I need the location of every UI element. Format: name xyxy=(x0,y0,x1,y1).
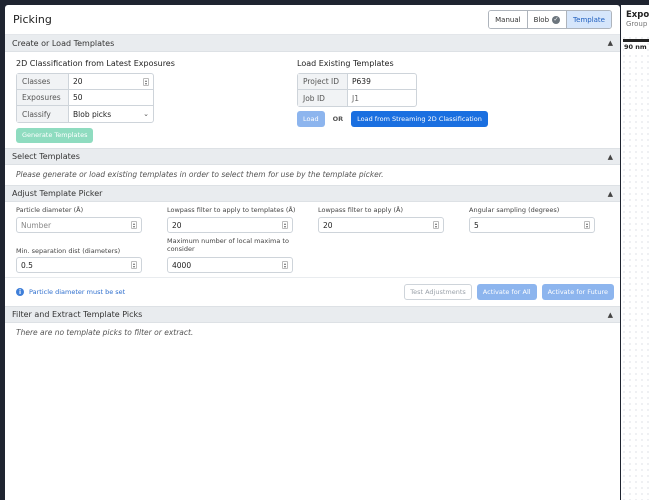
section-title-filter: Filter and Extract Template Picks xyxy=(12,310,143,319)
section-body-create: 2D Classification from Latest Exposures … xyxy=(5,52,620,148)
spinner-icon[interactable]: ▴ ▾ xyxy=(131,261,137,269)
project-id-label: Project ID xyxy=(298,74,348,89)
section-header-adjust[interactable]: Adjust Template Picker ▲ xyxy=(5,185,620,202)
scale-bar xyxy=(623,39,649,42)
mode-manual-button[interactable]: Manual xyxy=(489,11,528,28)
mode-template-button[interactable]: Template xyxy=(567,11,611,28)
max-local-maxima-input[interactable]: 4000 ▴ ▾ xyxy=(167,257,293,273)
section-title-adjust: Adjust Template Picker xyxy=(12,189,103,198)
exposures-value: 50 xyxy=(73,93,83,102)
section-title-select: Select Templates xyxy=(12,152,80,161)
job-id-value: J1 xyxy=(352,93,359,103)
classify-value: Blob picks xyxy=(73,109,112,119)
chevron-up-icon[interactable]: ▲ xyxy=(608,190,613,198)
lowpass-input[interactable]: 20 ▴ ▾ xyxy=(318,217,444,233)
scale-bar-label: 90 nm xyxy=(624,43,647,51)
section-header-create[interactable]: Create or Load Templates ▲ xyxy=(5,35,620,52)
min-separation-value: 0.5 xyxy=(21,260,33,270)
spinner-icon[interactable]: ▴ ▾ xyxy=(131,221,137,229)
exposures-input[interactable]: 50 xyxy=(69,90,153,105)
classify-label: Classify xyxy=(17,106,69,122)
max-local-maxima-label: Maximum number of local maxima to consid… xyxy=(167,237,289,253)
generate-templates-column: 2D Classification from Latest Exposures … xyxy=(16,57,297,143)
particle-diameter-label: Particle diameter (Å) xyxy=(16,206,84,214)
top-bar: Picking Manual Blob ✓ Template xyxy=(5,5,620,35)
filter-extract-note: There are no template picks to filter or… xyxy=(16,328,194,337)
generate-templates-button[interactable]: Generate Templates xyxy=(16,128,94,143)
project-id-value: P639 xyxy=(352,77,371,86)
lowpass-value: 20 xyxy=(323,220,333,230)
spinner-icon[interactable]: ▴ ▾ xyxy=(584,221,590,229)
chevron-down-icon: ⌄ xyxy=(143,110,149,118)
classes-input[interactable]: 20 ▴ ▾ xyxy=(69,74,153,89)
load-streaming-button[interactable]: Load from Streaming 2D Classification xyxy=(351,111,488,127)
adjust-action-row: i Particle diameter must be set Test Adj… xyxy=(5,277,620,306)
spinner-icon[interactable]: ▴ ▾ xyxy=(143,77,149,86)
classify-select[interactable]: Blob picks ⌄ xyxy=(69,106,153,122)
check-circle-icon: ✓ xyxy=(552,15,561,24)
activate-for-future-button[interactable]: Activate for Future xyxy=(541,284,614,300)
angular-sampling-label: Angular sampling (degrees) xyxy=(469,206,560,214)
mode-blob-label: Blob xyxy=(533,15,550,24)
load-button[interactable]: Load xyxy=(297,111,325,127)
load-existing-form: Project ID P639 Job ID J1 xyxy=(297,73,417,107)
section-header-select[interactable]: Select Templates ▲ xyxy=(5,148,620,165)
exposures-panel-subtitle: Group xyxy=(626,20,648,28)
or-text: OR xyxy=(332,115,344,123)
mode-template-label: Template xyxy=(573,15,605,24)
test-adjustments-button[interactable]: Test Adjustments xyxy=(404,284,472,300)
classes-label: Classes xyxy=(17,74,69,89)
exposures-panel-title: Exposures xyxy=(626,10,649,20)
lowpass-templates-value: 20 xyxy=(172,220,182,230)
project-id-input[interactable]: P639 xyxy=(348,74,416,89)
section-body-filter: There are no template picks to filter or… xyxy=(5,323,620,342)
mode-blob-button[interactable]: Blob ✓ xyxy=(527,11,568,28)
angular-sampling-value: 5 xyxy=(474,220,479,230)
section-title-create: Create or Load Templates xyxy=(12,38,115,48)
page-title: Picking xyxy=(13,13,52,26)
diameter-warning-text: Particle diameter must be set xyxy=(29,288,126,296)
chevron-up-icon[interactable]: ▲ xyxy=(608,311,613,319)
picking-panel: Picking Manual Blob ✓ Template Create or … xyxy=(5,5,620,500)
select-templates-note: Please generate or load existing templat… xyxy=(16,170,384,179)
lowpass-label: Lowpass filter to apply (Å) xyxy=(318,206,403,214)
exposures-label: Exposures xyxy=(17,90,69,105)
min-separation-input[interactable]: 0.5 ▴ ▾ xyxy=(16,257,142,273)
lowpass-templates-input[interactable]: 20 ▴ ▾ xyxy=(167,217,293,233)
classes-value: 20 xyxy=(73,77,83,86)
classification-form: Classes 20 ▴ ▾ Exposures 50 Classify Blo… xyxy=(16,73,154,123)
spinner-icon[interactable]: ▴ ▾ xyxy=(433,221,439,229)
load-templates-column: Load Existing Templates Project ID P639 … xyxy=(297,57,609,143)
adjust-form: Particle diameter (Å) Number ▴ ▾ Lowpass … xyxy=(5,202,620,277)
lowpass-templates-label: Lowpass filter to apply to templates (Å) xyxy=(167,206,296,214)
spinner-icon[interactable]: ▴ ▾ xyxy=(282,221,288,229)
load-existing-subtitle: Load Existing Templates xyxy=(297,59,394,68)
job-id-label: Job ID xyxy=(298,90,348,106)
angular-sampling-input[interactable]: 5 ▴ ▾ xyxy=(469,217,595,233)
section-body-select: Please generate or load existing templat… xyxy=(5,165,620,185)
spinner-icon[interactable]: ▴ ▾ xyxy=(282,261,288,269)
particle-diameter-input[interactable]: Number ▴ ▾ xyxy=(16,217,142,233)
job-id-input[interactable]: J1 xyxy=(348,90,416,106)
particle-diameter-placeholder: Number xyxy=(21,220,52,230)
chevron-up-icon[interactable]: ▲ xyxy=(608,153,613,161)
activate-for-all-button[interactable]: Activate for All xyxy=(476,284,537,300)
mode-manual-label: Manual xyxy=(495,15,521,24)
info-icon: i xyxy=(16,288,24,296)
picker-mode-toggle: Manual Blob ✓ Template xyxy=(488,10,612,29)
min-separation-label: Min. separation dist (diameters) xyxy=(16,247,121,255)
exposures-panel: Exposures Group 90 nm xyxy=(621,5,649,500)
max-local-maxima-value: 4000 xyxy=(172,260,192,270)
section-header-filter[interactable]: Filter and Extract Template Picks ▲ xyxy=(5,306,620,323)
chevron-up-icon[interactable]: ▲ xyxy=(608,39,613,47)
classification-subtitle: 2D Classification from Latest Exposures xyxy=(16,59,175,68)
